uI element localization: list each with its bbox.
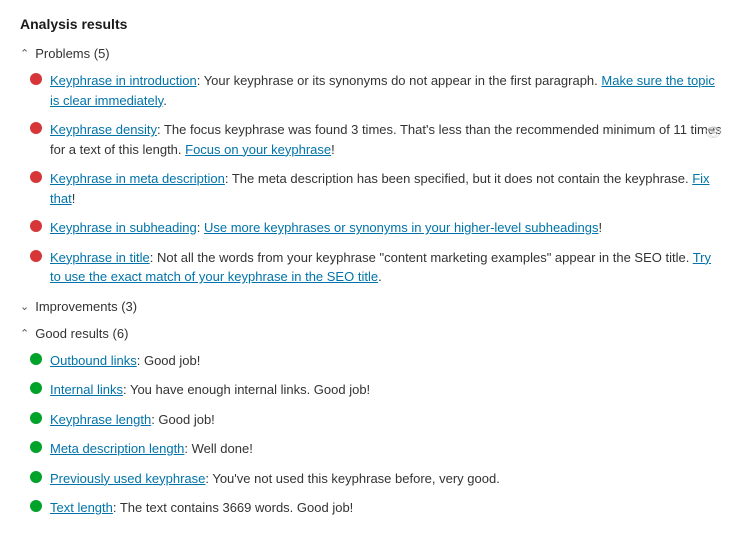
keyphrase-length-link[interactable]: Keyphrase length [50,412,151,427]
text-length-link[interactable]: Text length [50,500,113,515]
internal-links-link[interactable]: Internal links [50,382,123,397]
improvements-chevron-icon: ⌄ [20,300,29,313]
keyphrase-density-link[interactable]: Keyphrase density [50,122,157,137]
list-item: Keyphrase in subheading: Use more keyphr… [30,218,722,238]
list-item: Text length: The text contains 3669 word… [30,498,722,518]
problem-item-text: Keyphrase density: The focus keyphrase w… [50,120,722,159]
good-item-text: Text length: The text contains 3669 word… [50,498,353,518]
list-item: Keyphrase in introduction: Your keyphras… [30,71,722,110]
red-dot-icon [30,220,42,232]
problem-item-text: Keyphrase in meta description: The meta … [50,169,722,208]
previously-used-keyphrase-link[interactable]: Previously used keyphrase [50,471,205,486]
good-results-section: ⌃ Good results (6) Outbound links: Good … [20,326,722,518]
meta-description-length-link[interactable]: Meta description length [50,441,184,456]
good-item-text: Outbound links: Good job! [50,351,200,371]
red-dot-icon [30,73,42,85]
improvements-section-header[interactable]: ⌄ Improvements (3) [20,299,722,314]
problem-item-text: Keyphrase in title: Not all the words fr… [50,248,722,287]
good-item-text: Internal links: You have enough internal… [50,380,370,400]
good-results-section-header[interactable]: ⌃ Good results (6) [20,326,722,341]
eye-icon[interactable]: 👁 [704,122,722,143]
red-dot-icon [30,171,42,183]
good-results-section-label: Good results (6) [35,326,128,341]
list-item: Internal links: You have enough internal… [30,380,722,400]
list-item: Meta description length: Well done! [30,439,722,459]
green-dot-icon [30,471,42,483]
page-title: Analysis results [20,16,722,32]
good-item-text: Previously used keyphrase: You've not us… [50,469,500,489]
problems-section: ⌃ Problems (5) Keyphrase in introduction… [20,46,722,287]
problems-list: Keyphrase in introduction: Your keyphras… [30,71,722,287]
red-dot-icon [30,250,42,262]
green-dot-icon [30,441,42,453]
good-results-chevron-icon: ⌃ [20,327,29,340]
list-item: Keyphrase in meta description: The meta … [30,169,722,208]
keyphrase-subheading-action-link[interactable]: Use more keyphrases or synonyms in your … [204,220,599,235]
green-dot-icon [30,353,42,365]
keyphrase-intro-link[interactable]: Keyphrase in introduction [50,73,197,88]
problem-item-text: Keyphrase in subheading: Use more keyphr… [50,218,602,238]
list-item: Previously used keyphrase: You've not us… [30,469,722,489]
problem-item-text: Keyphrase in introduction: Your keyphras… [50,71,722,110]
list-item: Keyphrase in title: Not all the words fr… [30,248,722,287]
improvements-section: ⌄ Improvements (3) [20,299,722,314]
page-container: Analysis results ⌃ Problems (5) Keyphras… [20,16,722,518]
list-item: Outbound links: Good job! [30,351,722,371]
green-dot-icon [30,412,42,424]
list-item: Keyphrase length: Good job! [30,410,722,430]
keyphrase-meta-link[interactable]: Keyphrase in meta description [50,171,225,186]
problems-section-header[interactable]: ⌃ Problems (5) [20,46,722,61]
good-results-list: Outbound links: Good job! Internal links… [30,351,722,518]
keyphrase-subheading-link[interactable]: Keyphrase in subheading [50,220,197,235]
red-dot-icon [30,122,42,134]
green-dot-icon [30,500,42,512]
keyphrase-title-action-link[interactable]: Try to use the exact match of your keyph… [50,250,711,285]
keyphrase-density-action-link[interactable]: Focus on your keyphrase [185,142,331,157]
problems-section-label: Problems (5) [35,46,109,61]
list-item: Keyphrase density: The focus keyphrase w… [30,120,722,159]
good-item-text: Meta description length: Well done! [50,439,253,459]
green-dot-icon [30,382,42,394]
outbound-links-link[interactable]: Outbound links [50,353,137,368]
keyphrase-title-link[interactable]: Keyphrase in title [50,250,150,265]
problems-chevron-icon: ⌃ [20,47,29,60]
good-item-text: Keyphrase length: Good job! [50,410,215,430]
improvements-section-label: Improvements (3) [35,299,137,314]
